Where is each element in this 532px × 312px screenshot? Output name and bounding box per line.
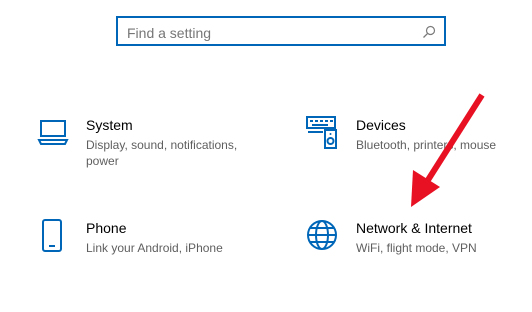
globe-icon (307, 220, 337, 250)
phone-icon (42, 219, 62, 252)
tile-title: Devices (356, 117, 406, 133)
tile-network-internet[interactable]: Network & Internet WiFi, flight mode, VP… (306, 219, 526, 289)
search-placeholder: Find a setting (127, 25, 212, 41)
tile-phone[interactable]: Phone Link your Android, iPhone (36, 219, 256, 289)
tile-title: System (86, 117, 133, 133)
search-icon (423, 25, 436, 38)
search-input[interactable]: Find a setting (116, 16, 446, 46)
tile-description: Display, sound, notifications, power (86, 138, 238, 168)
tile-description: WiFi, flight mode, VPN (356, 241, 477, 255)
keyboard-speaker-icon (306, 116, 337, 149)
tile-title: Phone (86, 220, 127, 236)
tile-description: Link your Android, iPhone (86, 241, 223, 255)
tile-description: Bluetooth, printers, mouse (356, 138, 497, 152)
tile-system[interactable]: System Display, sound, notifications, po… (36, 116, 256, 186)
laptop-icon (37, 120, 69, 145)
tile-devices[interactable]: Devices Bluetooth, printers, mouse (306, 116, 526, 186)
tile-title: Network & Internet (356, 220, 472, 236)
